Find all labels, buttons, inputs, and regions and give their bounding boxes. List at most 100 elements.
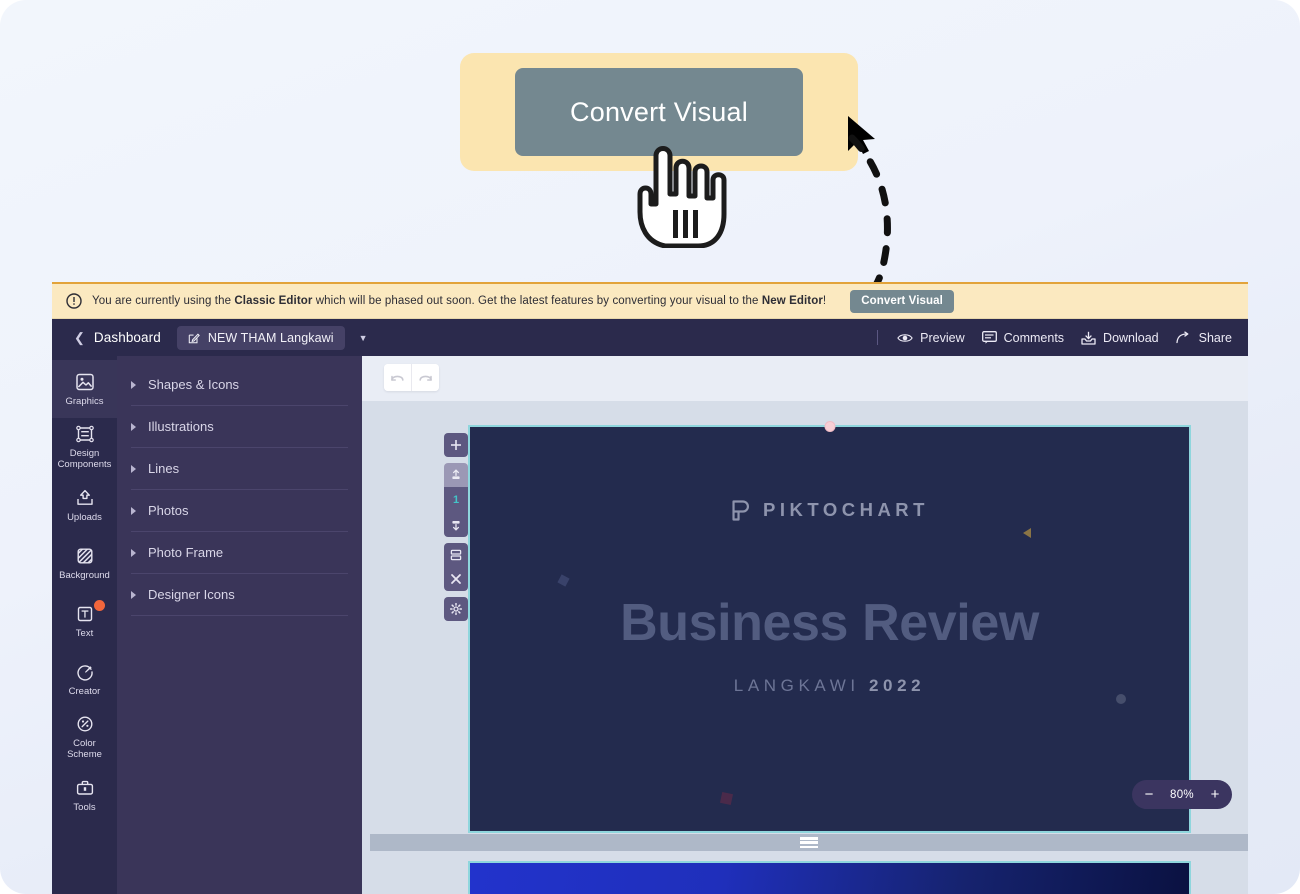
preview-label: Preview [920,330,965,345]
sidebar-item-label: Uploads [67,511,102,523]
panel-row-label: Lines [148,461,180,476]
delete-icon [451,574,461,584]
sidebar-item-tools[interactable]: Tools [52,766,117,824]
background-icon [77,548,93,564]
panel-row-photos[interactable]: Photos [131,490,348,532]
slide-order-group: 1 [444,463,468,537]
panel-row-designer-icons[interactable]: Designer Icons [131,574,348,616]
move-slide-down-button[interactable] [444,513,468,537]
decorative-square [557,574,570,587]
panel-row-lines[interactable]: Lines [131,448,348,490]
duplicate-icon [450,549,462,561]
comment-icon [981,331,997,344]
chevron-down-icon[interactable]: ▼ [359,333,368,343]
document-title-chip[interactable]: NEW THAM Langkawi [176,325,345,350]
preview-button[interactable]: Preview [897,330,965,345]
watermark-text: PIKTOCHART [763,499,929,520]
toolbox-icon [76,780,93,795]
editor-tool-rail: Graphics Design Components Uploads Backg… [52,356,117,894]
sidebar-item-uploads[interactable]: Uploads [52,476,117,534]
triangle-right-icon [131,506,136,515]
slides-scroll-region[interactable]: 1 PIKTOCHART Business Review LANGKAWI 20… [362,401,1248,894]
sidebar-item-color-scheme[interactable]: Color Scheme [52,708,117,766]
callout-connector-arrow [848,134,891,305]
move-up-icon [452,469,460,479]
sidebar-item-label: Tools [73,801,96,813]
editor-body: Graphics Design Components Uploads Backg… [52,356,1248,894]
sidebar-item-graphics[interactable]: Graphics [52,360,117,418]
triangle-right-icon [131,380,136,389]
delete-slide-button[interactable] [444,567,468,591]
text-box-icon [77,606,92,621]
banner-bold-classic-editor: Classic Editor [234,295,313,307]
zoom-out-button[interactable]: − [1140,786,1158,804]
zoom-level-value: 80% [1170,788,1194,801]
eye-icon [897,333,913,342]
sidebar-item-background[interactable]: Background [52,534,117,592]
triangle-right-icon [131,422,136,431]
comments-button[interactable]: Comments [981,330,1065,345]
document-title: NEW THAM Langkawi [207,330,334,345]
graphics-category-panel: Shapes & Icons Illustrations Lines Photo… [117,356,374,894]
pencil-square-icon [188,332,200,343]
triangle-right-icon [131,548,136,557]
piktochart-editor-window: You are currently using the Classic Edit… [52,282,1248,894]
slide-subtitle-year: 2022 [869,676,926,695]
undo-button[interactable] [384,364,411,391]
comments-label: Comments [1003,330,1065,345]
sidebar-item-label: Graphics [65,395,104,407]
sidebar-item-design-components[interactable]: Design Components [52,418,117,476]
slide-canvas-2[interactable] [468,861,1191,894]
share-button[interactable]: Share [1175,331,1232,345]
sidebar-item-creator[interactable]: Creator [52,650,117,708]
slide-number: 1 [444,487,468,513]
image-icon [75,373,94,390]
canvas-workspace[interactable]: 1 PIKTOCHART Business Review LANGKAWI 20… [362,356,1248,894]
panel-row-label: Photo Frame [148,545,224,560]
sidebar-item-text[interactable]: Text [52,592,117,650]
plus-icon [451,440,461,450]
slide-action-toolbar: 1 [444,433,468,621]
slide-subtitle-text[interactable]: LANGKAWI 2022 [734,676,925,696]
decorative-square-alt [719,791,734,806]
panel-row-label: Photos [148,503,189,518]
add-slide-button[interactable] [444,433,468,457]
slide-canvas-1[interactable]: PIKTOCHART Business Review LANGKAWI 2022 [468,421,1191,833]
chevron-left-icon[interactable]: ❮ [74,330,85,346]
panel-row-illustrations[interactable]: Illustrations [131,406,348,448]
app-window-backdrop: Convert Visual You are currently using t… [0,0,1300,894]
slide-rotate-handle[interactable] [824,421,835,432]
panel-row-label: Illustrations [148,419,214,434]
banner-bold-new-editor: New Editor [761,295,823,307]
creator-icon [76,664,93,681]
banner-convert-visual-button[interactable]: Convert Visual [850,289,954,313]
upload-icon [76,489,93,505]
zoom-in-button[interactable]: + [1206,786,1224,804]
color-scheme-icon [76,716,93,732]
dashboard-link[interactable]: Dashboard [94,330,161,345]
banner-text-2: which will be phased out soon. Get the l… [312,295,762,307]
redo-button[interactable] [412,364,439,391]
download-button[interactable]: Download [1081,331,1159,345]
banner-message: You are currently using the Classic Edit… [92,295,826,307]
sidebar-item-label: Creator [68,685,101,697]
panel-row-photo-frame[interactable]: Photo Frame [131,532,348,574]
move-slide-up-button[interactable] [444,463,468,487]
topnav-divider [877,330,879,345]
slide-title-text[interactable]: Business Review [620,593,1039,653]
slide-divider-scrollbar[interactable] [370,834,1248,851]
duplicate-slide-button[interactable] [444,543,468,567]
hand-cursor-icon [637,146,727,248]
sidebar-item-label: Background [59,569,110,581]
share-icon [1175,331,1189,344]
decorative-circle [1116,694,1126,704]
decorative-triangle [1023,528,1031,538]
slide-settings-button[interactable] [444,597,468,621]
undo-icon [391,375,404,381]
panel-row-label: Shapes & Icons [148,377,240,392]
text-notification-badge [94,600,105,611]
classic-editor-notice-banner: You are currently using the Classic Edit… [52,282,1248,319]
sidebar-item-label: Text [75,627,94,639]
triangle-right-icon [131,590,136,599]
panel-row-shapes-icons[interactable]: Shapes & Icons [131,364,348,406]
